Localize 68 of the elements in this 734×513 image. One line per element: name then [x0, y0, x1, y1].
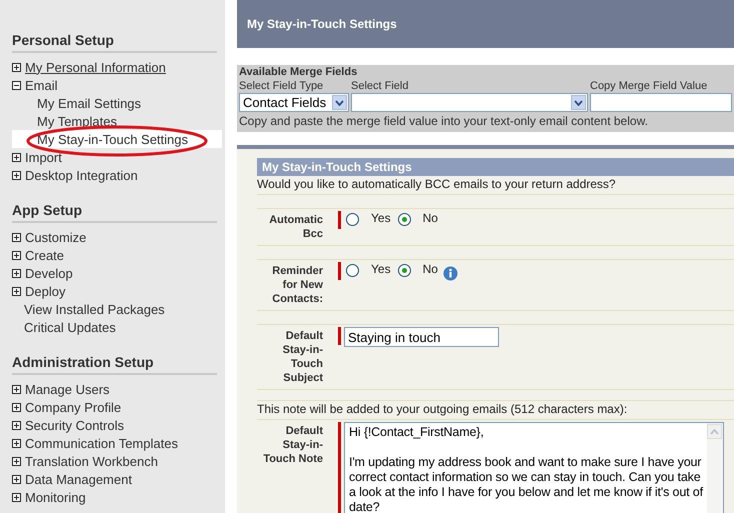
nav-item[interactable]: Manage Users	[12, 380, 222, 398]
field-type-dropdown[interactable]: Contact Fields	[239, 93, 349, 112]
expand-icon[interactable]	[12, 170, 21, 180]
hint-text: Copy and paste the merge field value into your text-only email content below.	[239, 114, 649, 128]
nav-item[interactable]: Translation Workbench	[12, 452, 222, 470]
field-label: Reminder for New Contacts:	[271, 264, 323, 306]
section-title: Personal Setup	[12, 32, 217, 53]
scrollbar[interactable]	[707, 423, 723, 513]
section-header: My Stay-in-Touch Settings	[257, 158, 734, 176]
note-field[interactable]: Hi {!Contact_FirstName}, I'm updating my address book and want to make sure I have your correct contact information so we can stay in touch. Can you take a look at the info I have for you below and let me know if it's out of date?	[344, 422, 724, 513]
field-label: Automatic Bcc	[268, 213, 323, 241]
panel-title: Available Merge Fields	[239, 66, 358, 78]
nav-item[interactable]: View Installed Packages	[12, 300, 222, 318]
field-label: Default Stay-in-Touch Note	[262, 424, 323, 467]
description-text: Would you like to automatically BCC emails to your return address?	[257, 177, 616, 191]
radio-button[interactable]	[346, 213, 359, 226]
section-title: Administration Setup	[12, 354, 217, 375]
page-title: My Stay-in-Touch Settings	[247, 17, 397, 31]
expand-icon[interactable]	[12, 420, 21, 430]
expand-icon[interactable]	[12, 384, 21, 394]
nav-item[interactable]: Deploy	[12, 282, 222, 300]
expand-icon[interactable]	[12, 438, 21, 448]
expand-icon[interactable]	[12, 152, 21, 162]
collapse-icon[interactable]	[12, 80, 21, 90]
field-label: Select Field	[351, 80, 410, 92]
section-title: App Setup	[12, 202, 217, 223]
expand-icon[interactable]	[12, 62, 21, 72]
nav-item[interactable]: Develop	[12, 264, 222, 282]
nav-item[interactable]: My Email Settings	[12, 94, 222, 112]
nav-item[interactable]: Data Management	[12, 470, 222, 488]
nav-item[interactable]: My Stay-in-Touch Settings	[12, 130, 222, 148]
merge-value-field[interactable]	[590, 93, 732, 112]
expand-icon[interactable]	[12, 456, 21, 466]
nav-item[interactable]: My Templates	[12, 112, 222, 130]
radio-button[interactable]	[398, 264, 411, 277]
expand-icon[interactable]	[12, 402, 21, 412]
subject-field[interactable]: Staying in touch	[344, 327, 499, 347]
expand-icon[interactable]	[12, 250, 21, 260]
field-label: Select Field Type	[239, 80, 324, 92]
caret-icon	[332, 95, 347, 110]
nav-item[interactable]: My Personal Information	[12, 58, 222, 76]
nav-item[interactable]: Critical Updates	[12, 318, 222, 336]
caret-icon	[571, 95, 586, 110]
radio-label: Yes	[371, 211, 391, 225]
expand-icon[interactable]	[12, 232, 21, 242]
radio-label: No	[422, 211, 438, 225]
field-label: Copy Merge Field Value	[590, 80, 708, 92]
nav-item[interactable]: Communication Templates	[12, 434, 222, 452]
nav-item[interactable]: Email	[12, 76, 222, 94]
radio-button[interactable]	[398, 213, 411, 226]
nav-item[interactable]: Company Profile	[12, 398, 222, 416]
radio-button[interactable]	[346, 264, 359, 277]
nav-item[interactable]: Desktop Integration	[12, 166, 222, 184]
expand-icon[interactable]	[12, 286, 21, 296]
field-dropdown[interactable]	[351, 93, 588, 112]
nav-item[interactable]: Security Controls	[12, 416, 222, 434]
expand-icon[interactable]	[12, 492, 21, 502]
radio-label: No	[422, 262, 438, 276]
expand-icon[interactable]	[12, 474, 21, 484]
nav-item[interactable]: Import	[12, 148, 222, 166]
info-icon[interactable]	[442, 266, 458, 281]
nav-item[interactable]: Monitoring	[12, 488, 222, 506]
field-label: Default Stay-in-Touch Subject	[282, 329, 323, 385]
expand-icon[interactable]	[12, 268, 21, 278]
radio-label: Yes	[371, 262, 391, 276]
description-text: This note will be added to your outgoing emails (512 characters max):	[257, 402, 628, 416]
nav-item[interactable]: Create	[12, 246, 222, 264]
nav-item[interactable]: Customize	[12, 228, 222, 246]
